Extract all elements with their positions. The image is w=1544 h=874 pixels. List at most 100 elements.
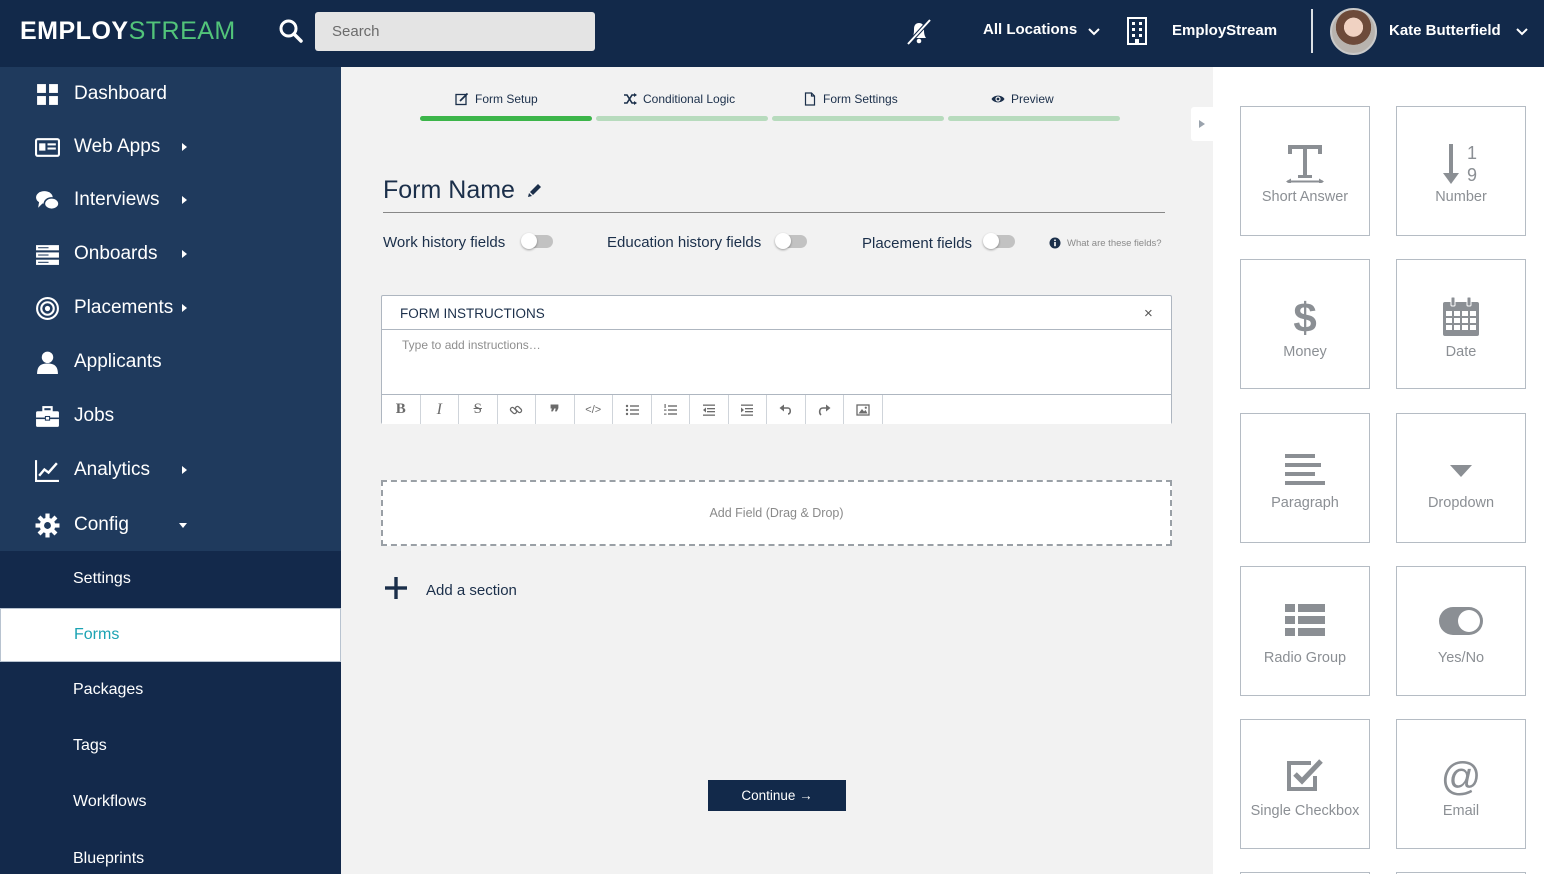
sidebar-item-config[interactable]: Config — [0, 498, 341, 552]
field-short-answer[interactable]: Short Answer — [1240, 106, 1370, 236]
sidebar-subitem-blueprints[interactable]: Blueprints — [0, 833, 341, 874]
code-icon: </> — [585, 403, 602, 416]
step-preview[interactable]: Preview — [991, 92, 1054, 106]
field-label: Dropdown — [1427, 495, 1495, 511]
target-icon — [36, 296, 59, 320]
code-button[interactable]: </> — [575, 395, 613, 424]
location-selector[interactable]: All Locations — [983, 21, 1077, 38]
list-icon — [1285, 604, 1325, 636]
close-icon[interactable]: × — [1144, 305, 1153, 322]
sidebar-item-dashboard[interactable]: Dashboard — [0, 67, 341, 121]
sidebar-item-placements[interactable]: Placements — [0, 281, 341, 335]
field-palette-panel: Short Answer 1 9 Number $ Money Date Par… — [1213, 67, 1544, 874]
info-icon[interactable] — [1049, 237, 1061, 249]
field-date[interactable]: Date — [1396, 259, 1526, 389]
field-dropdown[interactable]: Dropdown — [1396, 413, 1526, 543]
outdent-icon — [702, 404, 715, 416]
field-label: Radio Group — [1263, 650, 1347, 666]
sidebar-item-label: Interviews — [74, 189, 160, 210]
sidebar-subitem-workflows[interactable]: Workflows — [0, 776, 341, 830]
svg-text:9: 9 — [1467, 165, 1477, 185]
work-history-toggle[interactable] — [521, 233, 553, 249]
shuffle-icon — [624, 93, 637, 105]
bell-off-icon[interactable] — [903, 16, 935, 48]
image-button[interactable] — [844, 395, 883, 424]
indent-button[interactable] — [729, 395, 767, 424]
bold-button[interactable]: B — [382, 395, 421, 424]
divider — [1311, 9, 1313, 53]
sidebar-item-web-apps[interactable]: Web Apps — [0, 120, 341, 174]
gear-icon — [35, 513, 60, 537]
divider — [383, 212, 1165, 213]
text-t-icon — [1286, 145, 1324, 183]
search-input[interactable] — [315, 12, 595, 51]
paragraph-icon — [1285, 454, 1325, 485]
briefcase-icon — [36, 405, 59, 427]
sidebar-item-applicants[interactable]: Applicants — [0, 335, 341, 389]
panel-collapse-toggle[interactable] — [1191, 107, 1213, 141]
sidebar-item-interviews[interactable]: Interviews — [0, 173, 341, 227]
link-button[interactable] — [498, 395, 536, 424]
field-paragraph[interactable]: Paragraph — [1240, 413, 1370, 543]
sidebar-item-label: Jobs — [74, 405, 115, 426]
sidebar-item-onboards[interactable]: Onboards — [0, 227, 341, 281]
chevron-down-icon[interactable] — [1086, 24, 1102, 40]
grid-icon — [37, 83, 58, 105]
continue-button[interactable]: Continue → — [708, 780, 846, 811]
file-icon — [804, 92, 816, 106]
sidebar-subitem-packages[interactable]: Packages — [0, 664, 341, 718]
add-field-dropzone[interactable]: Add Field (Drag & Drop) — [381, 480, 1172, 546]
outdent-button[interactable] — [690, 395, 729, 424]
field-label: Money — [1283, 344, 1327, 360]
organization-name[interactable]: EmployStream — [1172, 22, 1277, 39]
sidebar-item-jobs[interactable]: Jobs — [0, 389, 341, 443]
field-email[interactable]: @ Email — [1396, 719, 1526, 849]
field-label: Short Answer — [1261, 189, 1349, 205]
field-money[interactable]: $ Money — [1240, 259, 1370, 389]
work-history-label: Work history fields — [383, 234, 506, 251]
numbered-list-button[interactable] — [652, 395, 690, 424]
step-form-setup[interactable]: Form Setup — [455, 92, 538, 106]
app-logo[interactable]: EMPLOYSTREAM — [20, 17, 236, 46]
add-section-button[interactable]: Add a section — [383, 575, 517, 601]
step-progress-bar — [596, 116, 768, 121]
user-name[interactable]: Kate Butterfield — [1389, 22, 1501, 39]
building-icon — [1127, 17, 1147, 45]
indent-icon — [741, 404, 754, 416]
dollar-icon: $ — [1293, 294, 1316, 338]
field-single-checkbox[interactable]: Single Checkbox — [1240, 719, 1370, 849]
plus-icon — [385, 577, 407, 599]
search-icon[interactable] — [278, 18, 304, 44]
bold-icon: B — [395, 401, 406, 417]
user-icon — [37, 351, 58, 374]
instructions-textarea[interactable]: Type to add instructions… — [402, 338, 541, 352]
education-history-label: Education history fields — [607, 234, 762, 251]
chat-icon — [36, 190, 60, 210]
step-conditional-logic[interactable]: Conditional Logic — [623, 92, 735, 106]
chevron-down-icon[interactable] — [1514, 24, 1530, 40]
bullet-list-button[interactable] — [613, 395, 652, 424]
placement-fields-toggle[interactable] — [983, 233, 1015, 249]
undo-button[interactable] — [767, 395, 806, 424]
education-history-toggle[interactable] — [775, 233, 807, 249]
field-yes-no[interactable]: Yes/No — [1396, 566, 1526, 696]
at-icon: @ — [1441, 756, 1481, 796]
avatar[interactable] — [1330, 8, 1377, 55]
caret-right-icon — [182, 196, 187, 204]
italic-button[interactable]: I — [421, 395, 459, 424]
pencil-icon[interactable] — [527, 182, 543, 198]
quote-button[interactable]: ❞ — [536, 395, 575, 424]
form-name-title[interactable]: Form Name — [383, 176, 515, 205]
sidebar-subitem-forms[interactable]: Forms — [0, 608, 341, 662]
field-radio-group[interactable]: Radio Group — [1240, 566, 1370, 696]
strikethrough-button[interactable]: S — [459, 395, 498, 424]
sidebar-subitem-tags[interactable]: Tags — [0, 720, 341, 774]
sidebar-item-analytics[interactable]: Analytics — [0, 443, 341, 497]
step-form-settings[interactable]: Form Settings — [803, 92, 898, 106]
redo-button[interactable] — [806, 395, 844, 424]
field-label: Email — [1442, 803, 1480, 819]
field-number[interactable]: 1 9 Number — [1396, 106, 1526, 236]
line-chart-icon — [35, 459, 59, 482]
fields-help-link[interactable]: What are these fields? — [1067, 238, 1162, 249]
sidebar-subitem-settings[interactable]: Settings — [0, 553, 341, 607]
